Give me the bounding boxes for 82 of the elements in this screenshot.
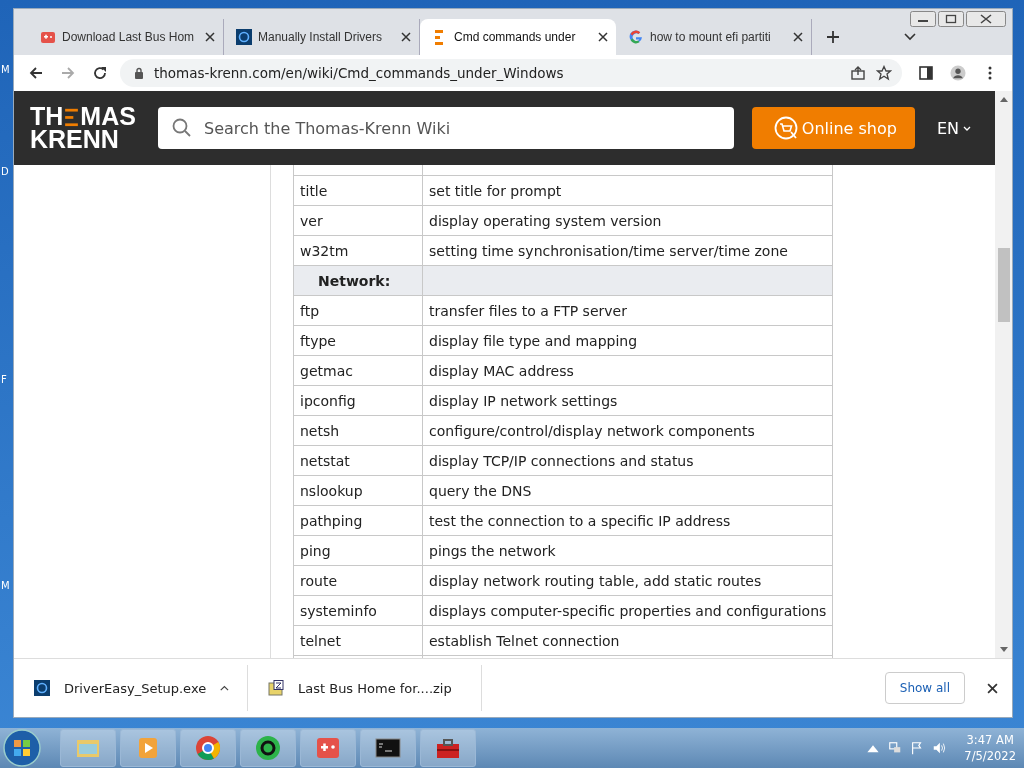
show-all-button[interactable]: Show all <box>884 672 965 704</box>
flag-icon[interactable] <box>910 741 925 755</box>
minimize-icon[interactable] <box>910 11 936 27</box>
archive-icon <box>268 680 284 696</box>
start-button[interactable] <box>2 728 42 768</box>
table-cell: pings the network <box>422 535 833 566</box>
table-cell: pathping <box>293 505 423 536</box>
table-cell: transfer files to a FTP server <box>422 295 833 326</box>
search-icon <box>172 118 192 138</box>
table-cell: netstat <box>293 445 423 476</box>
table-cell: establish Telnet connection <box>422 625 833 656</box>
table-cell: title <box>293 175 423 206</box>
table-cell: nslookup <box>293 475 423 506</box>
speaker-icon[interactable] <box>932 741 947 755</box>
table-cell: displays computer-specific properties and configurations <box>422 595 833 626</box>
table-cell: route <box>293 565 423 596</box>
table-cell: display network routing table, add static routes <box>422 565 833 596</box>
table-cell: test the connection to a specific IP address <box>422 505 833 536</box>
table-cell: query the DNS <box>422 475 833 506</box>
scrollbar-thumb[interactable] <box>997 248 1010 322</box>
new-tab-icon[interactable] <box>826 30 840 44</box>
download-item[interactable]: Last Bus Home for....zip <box>248 665 482 711</box>
scroll-down-icon[interactable] <box>999 647 1008 652</box>
scrollbar[interactable] <box>995 91 1012 658</box>
table-cell: ipconfig <box>293 385 423 416</box>
address-bar[interactable]: thomas-krenn.com/en/wiki/Cmd_commands_under_Windows <box>120 59 902 87</box>
table-cell: netsh <box>293 415 423 446</box>
star-icon[interactable] <box>876 65 892 81</box>
network-icon[interactable] <box>888 741 903 755</box>
table-cell: display TCP/IP connections and status <box>422 445 833 476</box>
taskbar-button[interactable] <box>360 729 416 767</box>
gamepad-icon <box>40 29 56 45</box>
reload-icon[interactable] <box>92 65 108 81</box>
chevron-up-icon[interactable] <box>220 684 229 692</box>
taskbar-button[interactable] <box>240 729 296 767</box>
table-cell: ver <box>293 205 423 236</box>
g-logo-icon <box>628 29 644 45</box>
download-item[interactable]: DriverEasy_Setup.exe <box>14 665 248 711</box>
close-icon[interactable] <box>205 32 215 42</box>
app-logo-icon <box>34 680 50 696</box>
table-cell: getmac <box>293 355 423 386</box>
table-cell: ftp <box>293 295 423 326</box>
close-icon[interactable] <box>793 32 803 42</box>
table-cell: ping <box>293 535 423 566</box>
search-field[interactable]: Search the Thomas-Krenn Wiki <box>158 107 734 149</box>
logo[interactable]: TH MAS KRENN <box>30 105 146 151</box>
table-cell: setting time synchronisation/time server/time zone <box>422 235 833 266</box>
caret-icon <box>963 125 971 131</box>
table-cell: set title for prompt <box>422 175 833 206</box>
close-icon[interactable] <box>598 32 608 42</box>
desktop-icon-label[interactable]: M <box>1 580 10 591</box>
table-cell: systeminfo <box>293 595 423 626</box>
language-selector[interactable]: EN <box>930 117 977 139</box>
desktop-icon-label[interactable]: F <box>1 374 7 385</box>
back-arrow-icon[interactable] <box>28 65 44 81</box>
taskbar-button[interactable] <box>420 729 476 767</box>
scroll-up-icon[interactable] <box>999 97 1008 102</box>
table-cell: display MAC address <box>422 355 833 386</box>
app-logo-icon <box>236 29 252 45</box>
table-cell: telnet <box>293 625 423 656</box>
browser-tab[interactable]: Cmd commands under <box>420 19 616 55</box>
table-cell: ftype <box>293 325 423 356</box>
share-icon[interactable] <box>850 65 866 81</box>
desktop-icon-label[interactable]: D <box>1 166 9 177</box>
close-icon[interactable] <box>966 11 1006 27</box>
cart-icon <box>773 116 798 140</box>
close-icon[interactable] <box>987 682 998 694</box>
side-panel-icon[interactable] <box>918 65 934 81</box>
table-cell: configure/control/display network components <box>422 415 833 446</box>
table-cell: display IP network settings <box>422 385 833 416</box>
desktop-icon-label[interactable]: M <box>1 64 10 75</box>
chevron-down-icon[interactable] <box>904 33 916 41</box>
lock-icon <box>134 67 144 79</box>
profile-icon[interactable] <box>950 65 966 81</box>
table-cell: w32tm <box>293 235 423 266</box>
table-cell: display operating system version <box>422 205 833 236</box>
round-app-icon <box>254 734 282 762</box>
maximize-icon[interactable] <box>938 11 964 27</box>
close-icon[interactable] <box>401 32 411 42</box>
browser-icon <box>194 734 222 762</box>
table-cell: display file type and mapping <box>422 325 833 356</box>
table-section-heading: Network: <box>293 265 423 296</box>
